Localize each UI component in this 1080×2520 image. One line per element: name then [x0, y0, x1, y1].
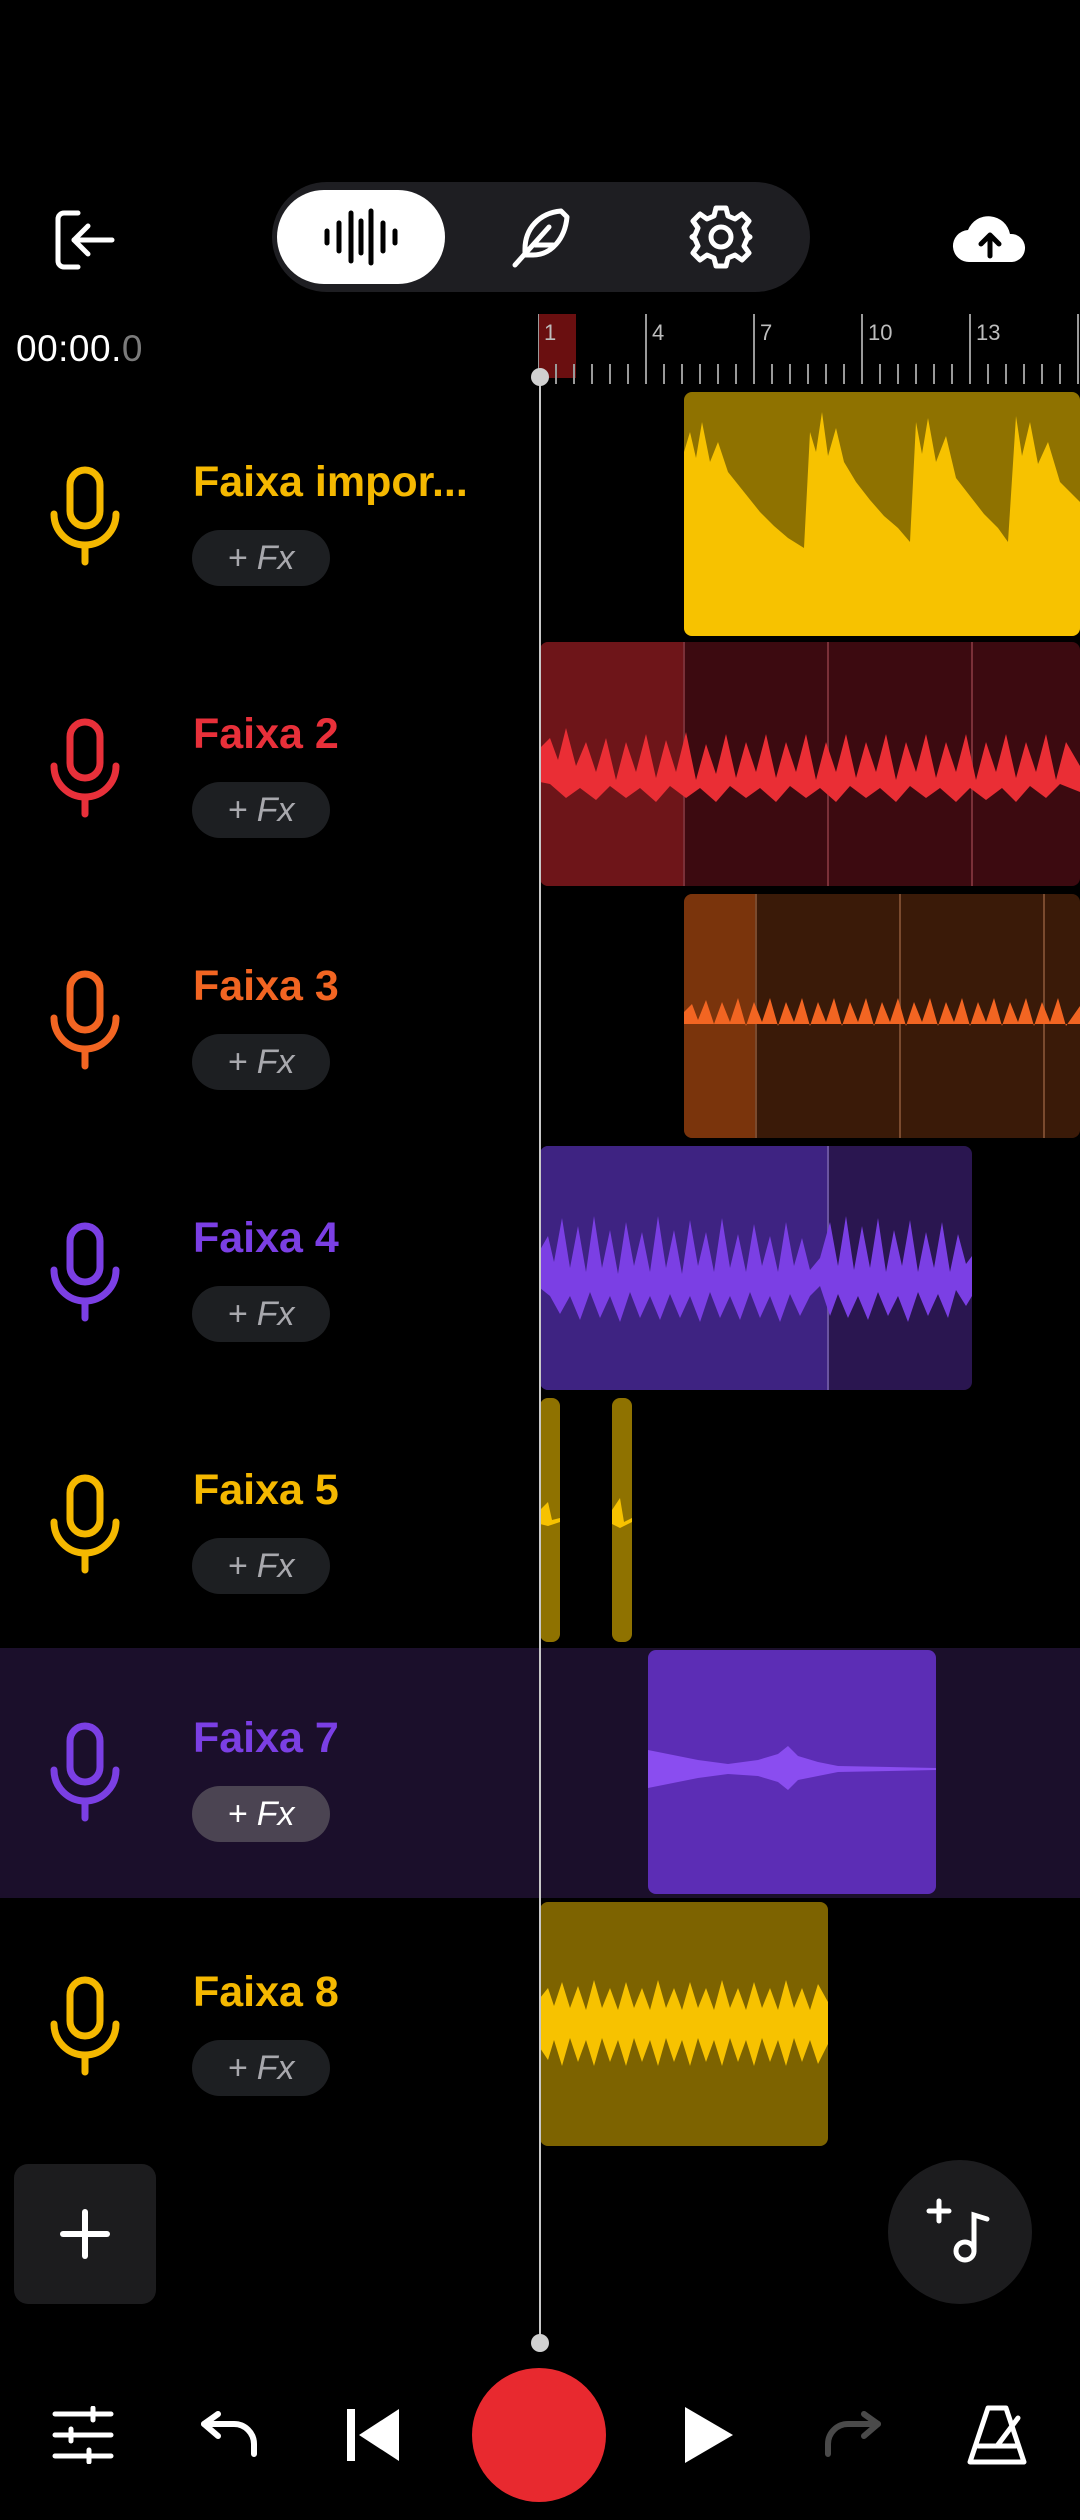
gear-icon: [689, 205, 753, 269]
time-fraction: 0: [121, 328, 143, 369]
audio-clip[interactable]: [612, 1398, 632, 1642]
microphone-icon[interactable]: [40, 1712, 130, 1832]
feather-icon: [512, 208, 570, 268]
track-row[interactable]: Faixa 4 + Fx: [0, 1150, 540, 1400]
plus-icon: [60, 2209, 110, 2259]
tab-waveform[interactable]: [277, 190, 445, 284]
playhead[interactable]: [539, 376, 541, 2344]
mixer-icon: [52, 2406, 114, 2464]
audio-clip[interactable]: [684, 392, 1080, 636]
microphone-icon[interactable]: [40, 1212, 130, 1332]
skip-back-icon: [347, 2409, 399, 2461]
undo-icon: [201, 2411, 257, 2457]
track-name[interactable]: Faixa 5: [193, 1466, 339, 1515]
track-row[interactable]: Faixa 2 + Fx: [0, 646, 540, 896]
audio-clip[interactable]: [540, 1902, 828, 2146]
add-track-button[interactable]: [14, 2164, 156, 2304]
mode-switcher: [272, 182, 810, 292]
skip-back-button[interactable]: [318, 2380, 428, 2490]
add-fx-button[interactable]: + Fx: [192, 1034, 330, 1090]
record-button[interactable]: [472, 2368, 606, 2502]
audio-clip[interactable]: [684, 894, 1080, 1138]
add-music-note-icon: [926, 2198, 990, 2263]
ruler-mark: 1: [544, 320, 556, 345]
play-button[interactable]: [652, 2380, 762, 2490]
redo-icon: [825, 2411, 881, 2457]
track-name[interactable]: Faixa 2: [193, 710, 339, 759]
time-main: 00:00.: [16, 328, 122, 369]
timeline-ruler[interactable]: 1 4 7 10 13: [538, 312, 1080, 384]
time-readout: 00:00.0: [16, 328, 143, 370]
track-row[interactable]: Faixa impor... + Fx: [0, 394, 540, 644]
upload-button[interactable]: [930, 190, 1050, 290]
track-name[interactable]: Faixa impor...: [193, 458, 468, 507]
playhead-handle[interactable]: [531, 368, 549, 386]
exit-icon: [55, 210, 115, 270]
add-fx-button[interactable]: + Fx: [192, 1538, 330, 1594]
track-row[interactable]: Faixa 8 + Fx: [0, 1904, 540, 2154]
track-row[interactable]: Faixa 5 + Fx: [0, 1402, 540, 1652]
audio-clip[interactable]: [540, 1146, 972, 1390]
ruler-mark: 4: [652, 320, 664, 345]
add-instrument-button[interactable]: [888, 2160, 1032, 2304]
ruler-mark: 13: [976, 320, 1000, 345]
ruler-mark: 10: [868, 320, 892, 345]
playhead-handle[interactable]: [531, 2334, 549, 2352]
exit-button[interactable]: [30, 190, 140, 290]
track-name[interactable]: Faixa 7: [193, 1714, 339, 1763]
add-fx-button[interactable]: + Fx: [192, 782, 330, 838]
tab-effects[interactable]: [457, 190, 625, 284]
ruler-mark: 7: [760, 320, 772, 345]
microphone-icon[interactable]: [40, 1966, 130, 2086]
microphone-icon[interactable]: [40, 1464, 130, 1584]
audio-clip[interactable]: [648, 1650, 936, 1894]
redo-button[interactable]: [798, 2380, 908, 2490]
tab-settings[interactable]: [637, 190, 805, 284]
add-fx-button[interactable]: + Fx: [192, 1786, 330, 1842]
microphone-icon[interactable]: [40, 960, 130, 1080]
audio-clip[interactable]: [540, 642, 1080, 886]
track-row[interactable]: Faixa 3 + Fx: [0, 898, 540, 1148]
metronome-button[interactable]: [942, 2380, 1052, 2490]
track-row-selected[interactable]: Faixa 7 + Fx: [0, 1650, 540, 1900]
add-fx-button[interactable]: + Fx: [192, 2040, 330, 2096]
cloud-upload-icon: [952, 216, 1026, 263]
add-fx-button[interactable]: + Fx: [192, 1286, 330, 1342]
waveform-icon: [324, 208, 398, 266]
audio-clip[interactable]: [540, 1398, 560, 1642]
microphone-icon[interactable]: [40, 708, 130, 828]
track-name[interactable]: Faixa 4: [193, 1214, 339, 1263]
microphone-icon[interactable]: [40, 456, 130, 576]
add-fx-button[interactable]: + Fx: [192, 530, 330, 586]
track-name[interactable]: Faixa 8: [193, 1968, 339, 2017]
undo-button[interactable]: [174, 2380, 284, 2490]
metronome-icon: [967, 2405, 1027, 2465]
mixer-button[interactable]: [28, 2380, 138, 2490]
track-name[interactable]: Faixa 3: [193, 962, 339, 1011]
play-icon: [685, 2407, 733, 2463]
